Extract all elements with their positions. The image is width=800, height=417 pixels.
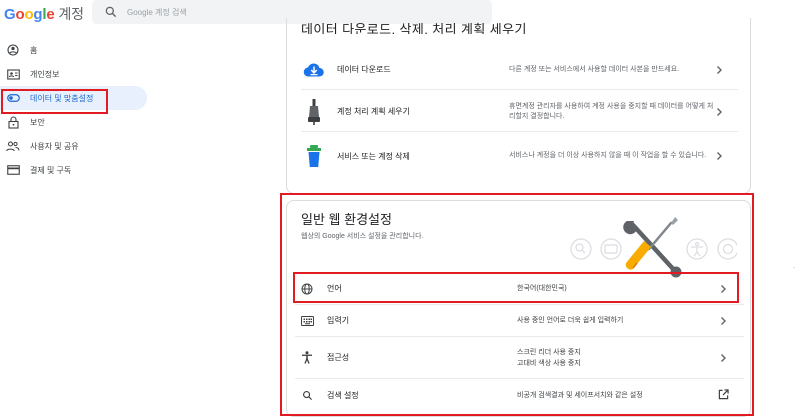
sidebar-item-label: 보안 — [30, 117, 45, 127]
sidebar-item-label: 결제 및 구독 — [30, 165, 72, 175]
row-label: 서비스 또는 계정 삭제 — [337, 151, 410, 161]
sidebar-item-people-sharing[interactable]: 사용자 및 공유 — [0, 134, 150, 158]
account-circle-icon — [6, 43, 20, 57]
sidebar-item-label: 사용자 및 공유 — [30, 141, 79, 151]
row-description: 서비스나 계정을 더 이상 사용하지 않을 때 이 작업을 할 수 있습니다. — [509, 152, 707, 159]
sidebar-item-label: 홈 — [30, 45, 38, 55]
row-description: 다른 계정 또는 서비스에서 사용할 데이터 사본을 만드세요. — [509, 65, 680, 73]
chevron-right-icon — [717, 107, 722, 116]
chevron-right-icon — [717, 152, 722, 160]
sidebar-item-label: 개인정보 — [30, 69, 60, 79]
highlight-box — [1, 89, 108, 114]
row-label: 데이터 다운로드 — [337, 65, 391, 74]
search-icon[interactable] — [104, 5, 118, 19]
logo-letter: e — [46, 6, 55, 23]
cloud-download-icon — [301, 57, 327, 83]
highlight-box — [293, 272, 739, 303]
highlight-box — [280, 193, 754, 416]
google-account-logo[interactable]: Google 계정 — [4, 4, 84, 24]
row-description: 휴면계정 관리자를 사용하여 계정 사용을 중지할 때 데이터를 어떻게 처리할… — [509, 102, 714, 120]
row-inactive-account-plan[interactable]: 계정 처리 계획 세우기 휴면계정 관리자를 사용하여 계정 사용을 중지할 때… — [301, 92, 738, 132]
data-download-delete-card: 데이터 다운로드, 삭제, 처리 계획 세우기 데이터 다운로드 다른 계정 또… — [286, 18, 751, 194]
sidebar-item-payments[interactable]: 결제 및 구독 — [0, 158, 150, 182]
section-title: 데이터 다운로드, 삭제, 처리 계획 세우기 — [301, 22, 527, 34]
logo-letter: g — [33, 6, 43, 23]
logo-letter: o — [24, 6, 34, 23]
trash-icon — [301, 143, 327, 169]
product-name: 계정 — [58, 6, 85, 22]
search-input[interactable] — [127, 7, 427, 17]
row-download-data[interactable]: 데이터 다운로드 다른 계정 또는 서비스에서 사용할 데이터 사본을 만드세요… — [301, 50, 738, 90]
row-delete-service-account[interactable]: 서비스 또는 계정 삭제 서비스나 계정을 더 이상 사용하지 않을 때 이 작… — [301, 136, 738, 176]
credit-card-icon — [6, 163, 20, 177]
logo-letter: o — [15, 6, 25, 23]
id-card-icon — [6, 67, 20, 81]
edge-mark: · — [793, 265, 795, 271]
sidebar-item-home[interactable]: 홈 — [0, 38, 150, 62]
sidebar-item-personal-info[interactable]: 개인정보 — [0, 62, 150, 86]
row-label: 계정 처리 계획 세우기 — [337, 107, 410, 116]
plug-icon — [301, 98, 327, 125]
chevron-right-icon — [717, 65, 722, 74]
logo-letter: G — [4, 6, 16, 23]
lock-icon — [6, 115, 20, 129]
people-icon — [6, 139, 20, 153]
